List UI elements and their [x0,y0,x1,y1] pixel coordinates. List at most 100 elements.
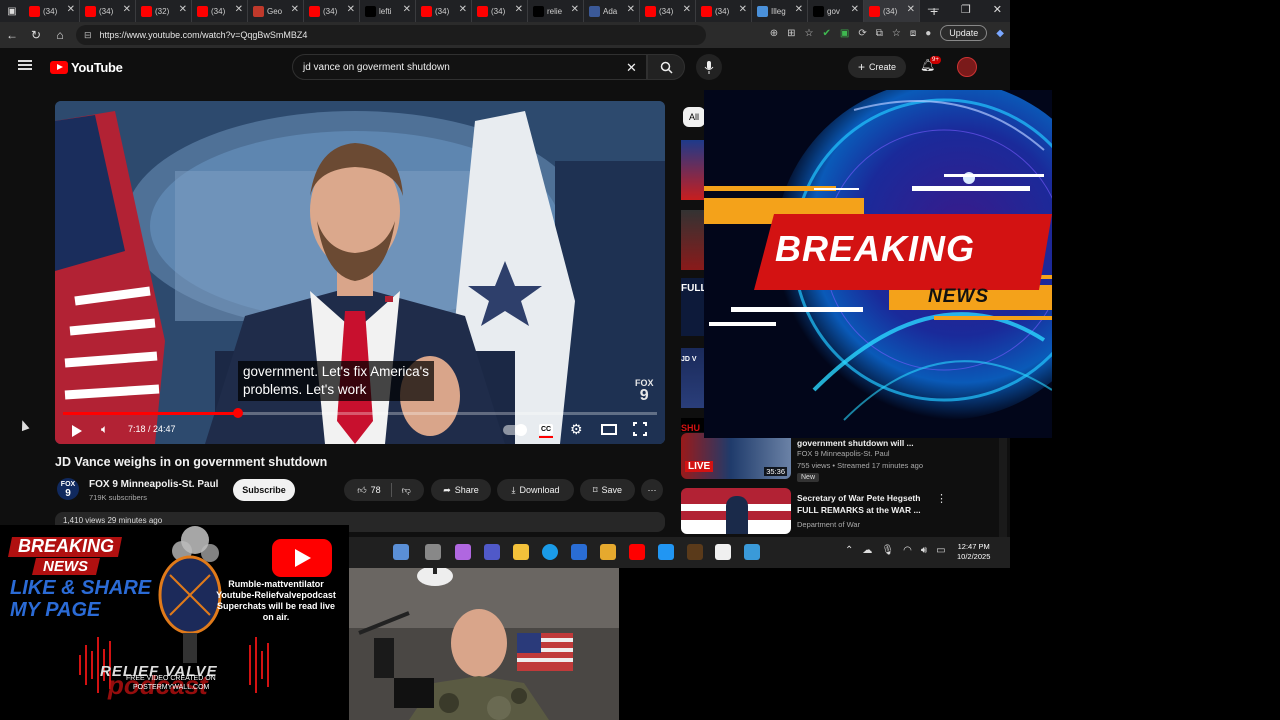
close-tab-icon[interactable]: ✕ [123,5,131,15]
edge-taskbar-icon[interactable] [542,544,558,560]
shopping-taskbar-icon[interactable] [600,544,616,560]
like-count[interactable]: 78 [371,485,381,495]
wifi-icon[interactable]: ◠ [903,545,912,556]
recommendation-item[interactable]: Secretary of War Pete Hegseth FULL REMAR… [681,488,1001,536]
file-explorer-taskbar-icon[interactable] [513,544,529,560]
like-icon[interactable]: 👍︎ [357,485,366,496]
close-tab-icon[interactable]: ✕ [739,5,747,15]
close-tab-icon[interactable]: ✕ [459,5,467,15]
onedrive-icon[interactable]: ☁ [862,545,872,556]
browser-tab[interactable]: (32) ✕ [136,0,192,22]
home-icon[interactable]: ⌂ [48,28,72,42]
microphone-tray-icon[interactable]: 🎙︎ [881,545,894,556]
extension-check-icon[interactable]: ✔ [823,28,831,39]
ups-taskbar-icon[interactable] [687,544,703,560]
close-tab-icon[interactable]: ✕ [515,5,523,15]
search-input[interactable]: jd vance on goverment shutdown ✕ [292,54,647,80]
recommendation-channel[interactable]: Department of War [797,520,860,529]
browser-tab[interactable]: Geo ✕ [248,0,304,22]
split-screen-icon[interactable]: ⧉ [876,28,883,39]
favorites-bar-icon[interactable]: ☆ [892,28,901,39]
favorite-icon[interactable]: ☆ [805,28,814,39]
recommendation-thumbnail[interactable]: LIVE 35:36 [681,433,791,479]
recommendation-menu-icon[interactable]: ⋮ [936,492,947,505]
channel-name[interactable]: FOX 9 Minneapolis-St. Paul [89,479,218,490]
window-menu-icon[interactable]: ▣ [0,0,24,22]
browser-tab[interactable]: (34) ✕ [192,0,248,22]
dislike-icon[interactable]: 👎︎ [402,485,411,496]
profile-icon[interactable]: ● [925,28,931,39]
taskbar-clock[interactable]: 12:47 PM 10/2/2025 [957,542,990,562]
maximize-icon[interactable]: ❐ [961,3,971,16]
browser-tab[interactable]: (34) ✕ [864,0,920,22]
autoplay-toggle[interactable] [503,424,527,436]
collections-icon[interactable]: ⧈ [910,28,916,39]
browser-tab[interactable]: (34) ✕ [472,0,528,22]
browser-tab[interactable]: relie ✕ [528,0,584,22]
messenger-taskbar-icon[interactable] [658,544,674,560]
close-tab-icon[interactable]: ✕ [67,5,75,15]
close-tab-icon[interactable]: ✕ [235,5,243,15]
close-tab-icon[interactable]: ✕ [403,5,411,15]
theater-mode-icon[interactable] [601,424,617,435]
minimize-icon[interactable]: — [928,3,939,16]
extension-icon[interactable]: ▣ [840,28,849,39]
browser-tab[interactable]: Ada ✕ [584,0,640,22]
recommendation-thumbnail[interactable]: JD V [681,348,704,408]
share-button[interactable]: ➦ Share [431,479,491,501]
back-icon[interactable]: ← [0,28,24,42]
battery-icon[interactable]: ▭ [936,545,945,556]
apps-icon[interactable]: ⊞ [787,28,795,39]
close-tab-icon[interactable]: ✕ [627,5,635,15]
hamburger-menu-icon[interactable] [18,60,32,70]
recommendation-thumbnail[interactable]: SHU [681,418,704,433]
browser-tab[interactable]: (34) ✕ [696,0,752,22]
close-tab-icon[interactable]: ✕ [683,5,691,15]
browser-tab[interactable]: (34) ✕ [80,0,136,22]
browser-tab[interactable]: Illeg ✕ [752,0,808,22]
subscribe-button[interactable]: Subscribe [233,479,295,501]
volume-icon[interactable]: 🔈︎ [101,422,108,437]
recommendation-title[interactable]: government shutdown will ... [797,437,977,449]
youtube-taskbar-icon[interactable] [629,544,645,560]
amazon-taskbar-icon[interactable] [715,544,731,560]
close-window-icon[interactable]: ✕ [993,3,1002,16]
copilot-icon[interactable]: ◆ [996,28,1004,39]
close-tab-icon[interactable]: ✕ [347,5,355,15]
site-info-icon[interactable]: ⊟ [84,30,92,41]
captions-button[interactable]: CC [539,424,553,438]
voice-search-button[interactable] [696,54,722,80]
reload-icon[interactable]: ↻ [24,28,48,42]
browser-tab[interactable]: (34) ✕ [640,0,696,22]
refresh-ext-icon[interactable]: ⟳ [858,28,866,39]
close-tab-icon[interactable]: ✕ [907,5,915,15]
recommendation-thumbnail[interactable]: FULL [681,278,707,336]
app-taskbar-icon[interactable] [744,544,760,560]
tray-overflow-icon[interactable]: ⌃ [845,545,853,556]
settings-gear-icon[interactable]: ⚙ [570,421,583,438]
recommendation-thumbnail[interactable] [681,488,791,534]
download-button[interactable]: ⤓ Download [497,479,574,501]
browser-tab[interactable]: (34) ✕ [24,0,80,22]
browser-tab[interactable]: (34) ✕ [304,0,360,22]
recommendation-channel[interactable]: FOX 9 Minneapolis-St. Paul [797,449,890,458]
search-button[interactable] [647,54,685,80]
recommendation-thumbnail[interactable] [681,210,704,270]
progress-bar[interactable] [63,408,657,418]
close-tab-icon[interactable]: ✕ [795,5,803,15]
url-field[interactable]: ⊟ https://www.youtube.com/watch?v=QqgBwS… [76,25,706,45]
store-taskbar-icon[interactable] [571,544,587,560]
teams-taskbar-icon[interactable] [484,544,500,560]
translate-icon[interactable]: ⊕ [770,28,778,39]
browser-tab[interactable]: (34) ✕ [416,0,472,22]
desktop-taskbar-icon[interactable] [425,544,441,560]
account-avatar[interactable] [957,57,977,77]
create-button[interactable]: + Create [848,56,906,78]
recommendation-title[interactable]: Secretary of War Pete Hegseth FULL REMAR… [797,492,927,516]
more-actions-button[interactable]: ⋯ [641,479,663,501]
channel-avatar[interactable]: FOX 9 [57,478,79,500]
recommendation-thumbnail[interactable] [681,140,704,200]
browser-tab[interactable]: gov ✕ [808,0,864,22]
play-icon[interactable] [72,425,82,437]
copilot-taskbar-icon[interactable] [455,544,471,560]
